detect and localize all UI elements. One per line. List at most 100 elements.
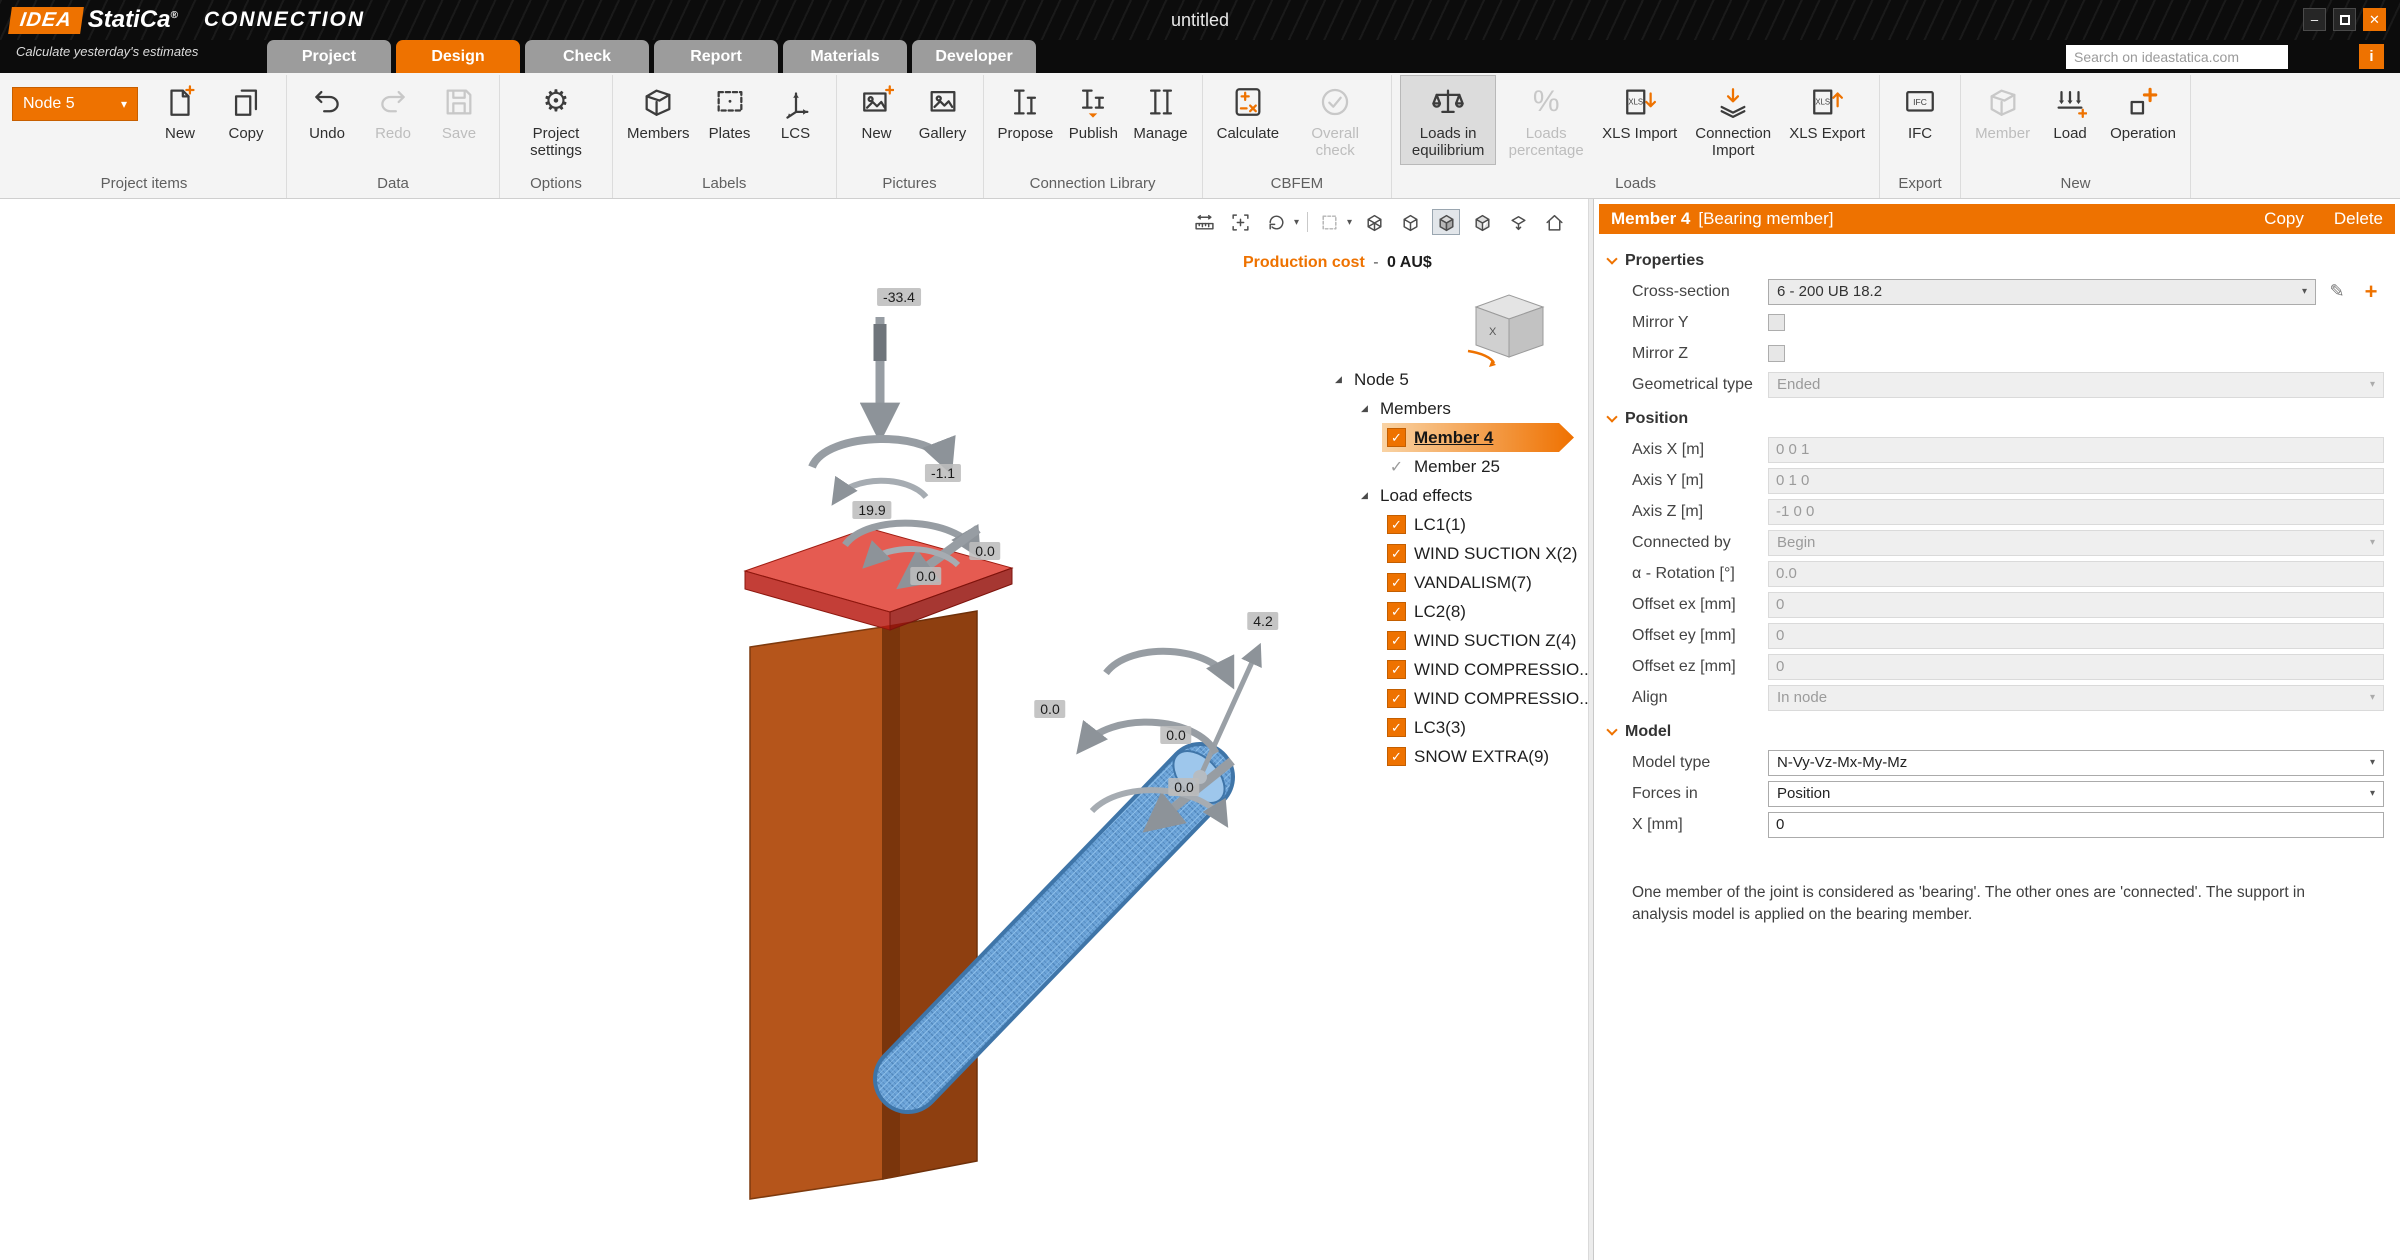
mirror-z-checkbox[interactable] <box>1768 345 1785 362</box>
axis-x-input[interactable] <box>1768 437 2384 463</box>
undo-button[interactable]: Undo <box>295 75 359 147</box>
checkbox-checked[interactable]: ✓ <box>1387 544 1406 563</box>
maximize-button[interactable] <box>2333 8 2356 31</box>
navigation-cube[interactable]: X <box>1462 283 1556 371</box>
tab-report[interactable]: Report <box>654 40 778 73</box>
align-select[interactable]: In node▾ <box>1768 685 2384 711</box>
3d-viewport[interactable]: ▾ ▾ Production cost - 0 AU$ <box>0 199 1588 1260</box>
checkbox-checked[interactable]: ✓ <box>1387 515 1406 534</box>
checkbox-checked[interactable]: ✓ <box>1387 631 1406 650</box>
close-button[interactable]: ✕ <box>2363 8 2386 31</box>
tree-expander-icon[interactable]: ◢ <box>1335 374 1346 385</box>
check-icon[interactable]: ✓ <box>1387 457 1406 476</box>
section-header-model[interactable]: Model <box>1608 717 2386 747</box>
mirror-y-checkbox[interactable] <box>1768 314 1785 331</box>
tree-expander-icon[interactable]: ◢ <box>1361 403 1372 414</box>
zoom-extents-icon[interactable] <box>1227 209 1255 235</box>
section-header-position[interactable]: Position <box>1608 404 2386 434</box>
edit-cross-section-button[interactable]: ✎ <box>2324 279 2350 305</box>
wireframe-view-icon[interactable] <box>1360 209 1388 235</box>
tree-load-effect-item[interactable]: ✓LC2(8) <box>1330 597 1574 626</box>
geometrical-type-select[interactable]: Ended▾ <box>1768 372 2384 398</box>
tree-group-members[interactable]: ◢Members <box>1330 394 1574 423</box>
chevron-down-icon[interactable]: ▾ <box>1294 217 1299 228</box>
minimize-button[interactable]: – <box>2303 8 2326 31</box>
calculate-button[interactable]: Calculate <box>1211 75 1286 147</box>
checkbox-checked[interactable]: ✓ <box>1387 718 1406 737</box>
model-type-select[interactable]: N-Vy-Vz-Mx-My-Mz▾ <box>1768 750 2384 776</box>
delete-member-button[interactable]: Delete <box>2334 209 2383 229</box>
lcs-labels-toggle[interactable]: LCS <box>764 75 828 147</box>
tree-load-effect-item[interactable]: ✓LC3(3) <box>1330 713 1574 742</box>
section-header-properties[interactable]: Properties <box>1608 246 2386 276</box>
new-picture-button[interactable]: New <box>845 75 909 147</box>
new-project-item-button[interactable]: New <box>148 75 212 147</box>
publish-button[interactable]: Publish <box>1061 75 1125 147</box>
connected-by-select[interactable]: Begin▾ <box>1768 530 2384 556</box>
tree-member-member-4[interactable]: ✓Member 4 <box>1330 423 1574 452</box>
loads-in-equilibrium-toggle[interactable]: Loads in equilibrium <box>1400 75 1496 165</box>
column-member[interactable] <box>750 627 883 1199</box>
tree-load-effect-item[interactable]: ✓VANDALISM(7) <box>1330 568 1574 597</box>
tab-check[interactable]: Check <box>525 40 649 73</box>
rotate-view-icon[interactable] <box>1263 209 1291 235</box>
tree-load-effect-item[interactable]: ✓LC1(1) <box>1330 510 1574 539</box>
tree-load-effect-item[interactable]: ✓SNOW EXTRA(9) <box>1330 742 1574 771</box>
redo-button[interactable]: Redo <box>361 75 425 147</box>
new-operation-button[interactable]: Operation <box>2104 75 2182 147</box>
tree-expander-icon[interactable]: ◢ <box>1361 490 1372 501</box>
transparent-view-icon[interactable] <box>1468 209 1496 235</box>
tree-load-effect-item[interactable]: ✓WIND SUCTION Z(4) <box>1330 626 1574 655</box>
offset-ex-input[interactable] <box>1768 592 2384 618</box>
supports-view-icon[interactable] <box>1504 209 1532 235</box>
propose-button[interactable]: Propose <box>992 75 1060 147</box>
tree-node-5[interactable]: ◢Node 5 <box>1330 365 1574 394</box>
cross-section-select[interactable]: 6 - 200 UB 18.2▾ <box>1768 279 2316 305</box>
home-view-icon[interactable] <box>1540 209 1568 235</box>
search-input[interactable] <box>2066 45 2288 69</box>
tab-materials[interactable]: Materials <box>783 40 907 73</box>
new-member-button[interactable]: Member <box>1969 75 2036 147</box>
node-selector[interactable]: Node 5 ▾ <box>12 87 138 121</box>
plates-labels-toggle[interactable]: Plates <box>698 75 762 147</box>
ifc-export-button[interactable]: IFC IFC <box>1888 75 1952 147</box>
checkbox-checked[interactable]: ✓ <box>1387 573 1406 592</box>
alpha-rotation-input[interactable] <box>1768 561 2384 587</box>
add-cross-section-button[interactable]: + <box>2358 279 2384 305</box>
offset-ey-input[interactable] <box>1768 623 2384 649</box>
loads-percentage-button[interactable]: % Loads percentage <box>1498 75 1594 165</box>
copy-member-button[interactable]: Copy <box>2264 209 2304 229</box>
tree-load-effect-item[interactable]: ✓WIND SUCTION X(2) <box>1330 539 1574 568</box>
checkbox-checked[interactable]: ✓ <box>1387 602 1406 621</box>
tab-developer[interactable]: Developer <box>912 40 1036 73</box>
tree-group-load-effects[interactable]: ◢Load effects <box>1330 481 1574 510</box>
checkbox-checked[interactable]: ✓ <box>1387 689 1406 708</box>
x-mm-input[interactable] <box>1768 812 2384 838</box>
save-button[interactable]: Save <box>427 75 491 147</box>
overall-check-button[interactable]: Overall check <box>1287 75 1383 165</box>
tree-member-member-25[interactable]: ✓Member 25 <box>1330 452 1574 481</box>
new-load-button[interactable]: Load <box>2038 75 2102 147</box>
solid-view-icon[interactable] <box>1432 209 1460 235</box>
xls-import-button[interactable]: XLS XLS Import <box>1596 75 1683 147</box>
tab-project[interactable]: Project <box>267 40 391 73</box>
chevron-down-icon[interactable]: ▾ <box>1347 217 1352 228</box>
hidden-lines-view-icon[interactable] <box>1396 209 1424 235</box>
copy-project-item-button[interactable]: Copy <box>214 75 278 147</box>
members-labels-toggle[interactable]: Members <box>621 75 696 147</box>
axis-z-input[interactable] <box>1768 499 2384 525</box>
checkbox-checked[interactable]: ✓ <box>1387 747 1406 766</box>
checkbox-checked[interactable]: ✓ <box>1387 428 1406 447</box>
tree-load-effect-item[interactable]: ✓WIND COMPRESSIO... <box>1330 684 1574 713</box>
xls-export-button[interactable]: XLS XLS Export <box>1783 75 1871 147</box>
account-button[interactable]: i <box>2359 44 2384 69</box>
axis-y-input[interactable] <box>1768 468 2384 494</box>
connection-import-button[interactable]: Connection Import <box>1685 75 1781 165</box>
offset-ez-input[interactable] <box>1768 654 2384 680</box>
tree-load-effect-item[interactable]: ✓WIND COMPRESSIO... <box>1330 655 1574 684</box>
clip-box-icon[interactable] <box>1316 209 1344 235</box>
manage-button[interactable]: Manage <box>1127 75 1193 147</box>
tab-design[interactable]: Design <box>396 40 520 73</box>
forces-in-select[interactable]: Position▾ <box>1768 781 2384 807</box>
gallery-button[interactable]: Gallery <box>911 75 975 147</box>
